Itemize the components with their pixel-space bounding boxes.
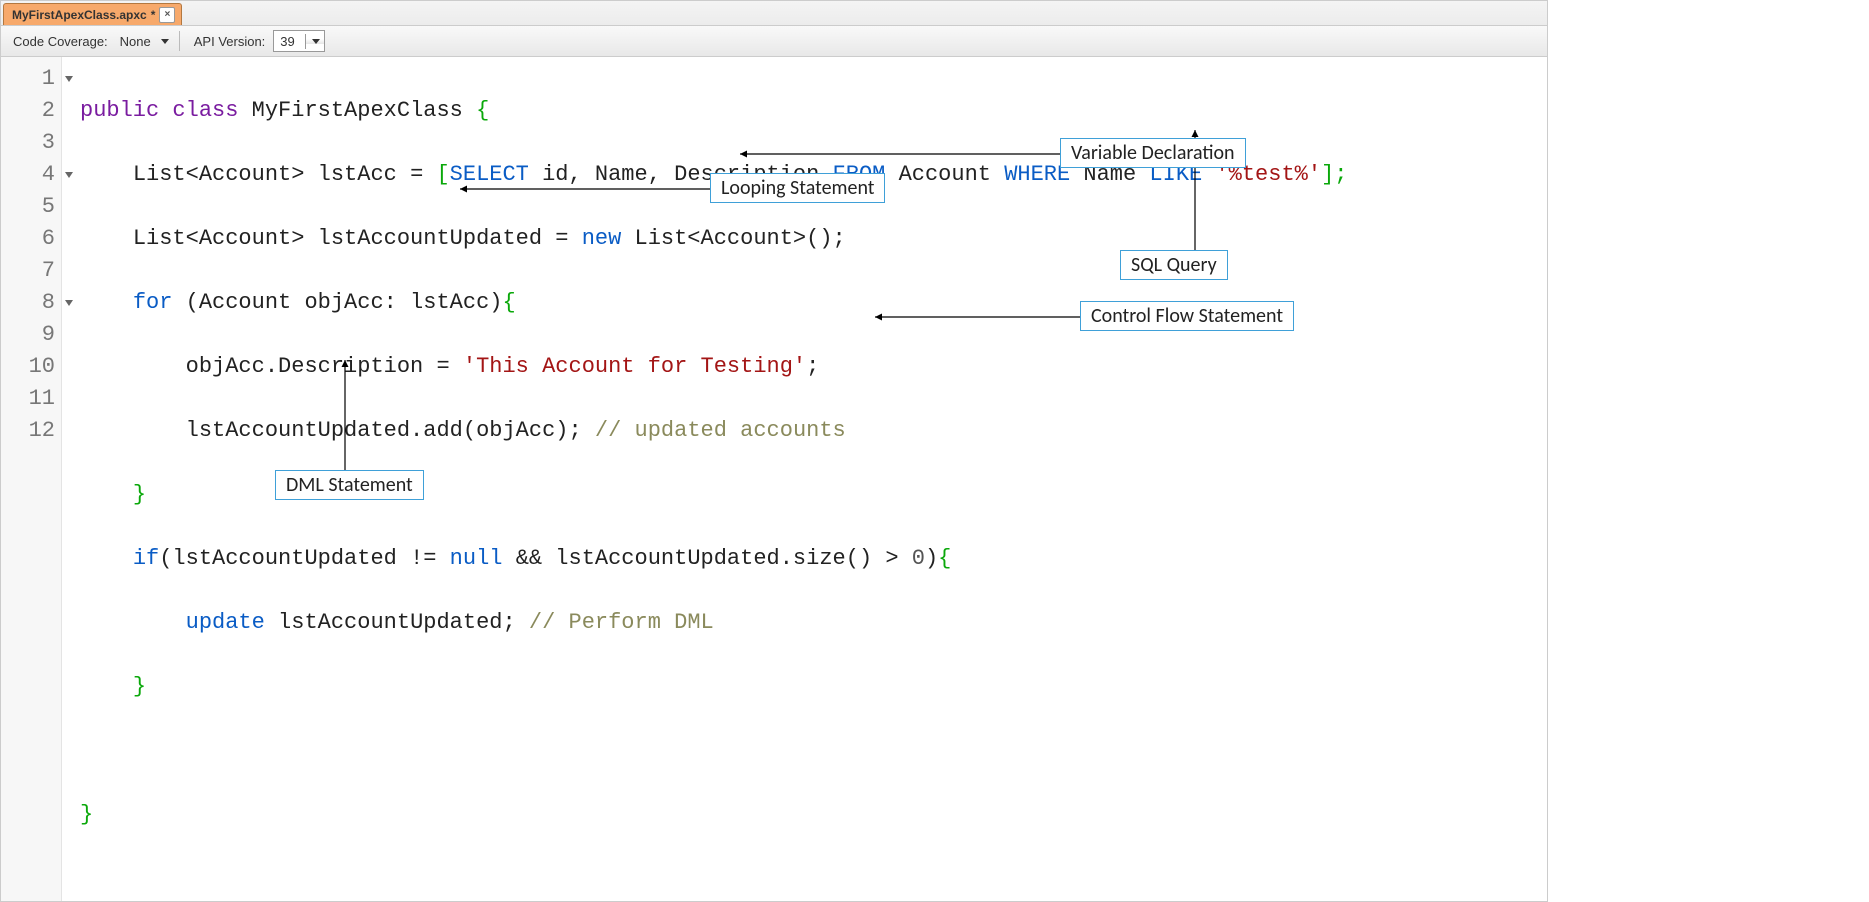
line-number-gutter: 1 2 3 4 5 6 7 8 9 10 11 12 — [1, 57, 62, 901]
line-number: 10 — [1, 351, 61, 383]
line-number: 11 — [1, 383, 61, 415]
line-number: 4 — [1, 159, 61, 191]
code-line: } — [80, 799, 1547, 831]
api-version-value: 39 — [274, 34, 305, 49]
editor-frame: MyFirstApexClass.apxc * × Code Coverage:… — [0, 0, 1548, 902]
line-number: 1 — [1, 63, 61, 95]
code-coverage-value: None — [116, 32, 155, 51]
api-version-dropdown-button[interactable] — [306, 39, 324, 44]
code-line: for (Account objAcc: lstAcc){ — [80, 287, 1547, 319]
file-tab-dirty-indicator: * — [151, 8, 160, 22]
toolbar-divider — [179, 31, 180, 51]
api-version-select[interactable]: 39 — [273, 30, 324, 52]
line-number: 12 — [1, 415, 61, 447]
code-coverage-label: Code Coverage: — [9, 32, 112, 51]
code-line: lstAccountUpdated.add(objAcc); // update… — [80, 415, 1547, 447]
code-line: } — [80, 479, 1547, 511]
line-number: 3 — [1, 127, 61, 159]
line-number: 2 — [1, 95, 61, 127]
line-number: 5 — [1, 191, 61, 223]
code-line: public class MyFirstApexClass { — [80, 95, 1547, 127]
api-version-label: API Version: — [190, 32, 270, 51]
tab-bar: MyFirstApexClass.apxc * × — [1, 1, 1547, 26]
code-editor[interactable]: 1 2 3 4 5 6 7 8 9 10 11 12 public class … — [1, 57, 1547, 901]
code-line — [80, 735, 1547, 767]
code-line: objAcc.Description = 'This Account for T… — [80, 351, 1547, 383]
code-coverage-dropdown[interactable]: Code Coverage: None — [9, 32, 169, 51]
close-tab-button[interactable]: × — [159, 7, 175, 23]
line-number: 9 — [1, 319, 61, 351]
line-number: 6 — [1, 223, 61, 255]
chevron-down-icon — [312, 39, 320, 44]
chevron-down-icon — [161, 39, 169, 44]
editor-toolbar: Code Coverage: None API Version: 39 — [1, 26, 1547, 57]
code-line: update lstAccountUpdated; // Perform DML — [80, 607, 1547, 639]
file-tab[interactable]: MyFirstApexClass.apxc * × — [3, 3, 182, 25]
code-line: } — [80, 671, 1547, 703]
code-area[interactable]: public class MyFirstApexClass { List<Acc… — [62, 57, 1547, 901]
code-line: if(lstAccountUpdated != null && lstAccou… — [80, 543, 1547, 575]
line-number: 7 — [1, 255, 61, 287]
code-line: List<Account> lstAcc = [SELECT id, Name,… — [80, 159, 1547, 191]
line-number: 8 — [1, 287, 61, 319]
api-version-group: API Version: 39 — [190, 30, 325, 52]
file-tab-title: MyFirstApexClass.apxc — [12, 8, 151, 22]
code-line: List<Account> lstAccountUpdated = new Li… — [80, 223, 1547, 255]
